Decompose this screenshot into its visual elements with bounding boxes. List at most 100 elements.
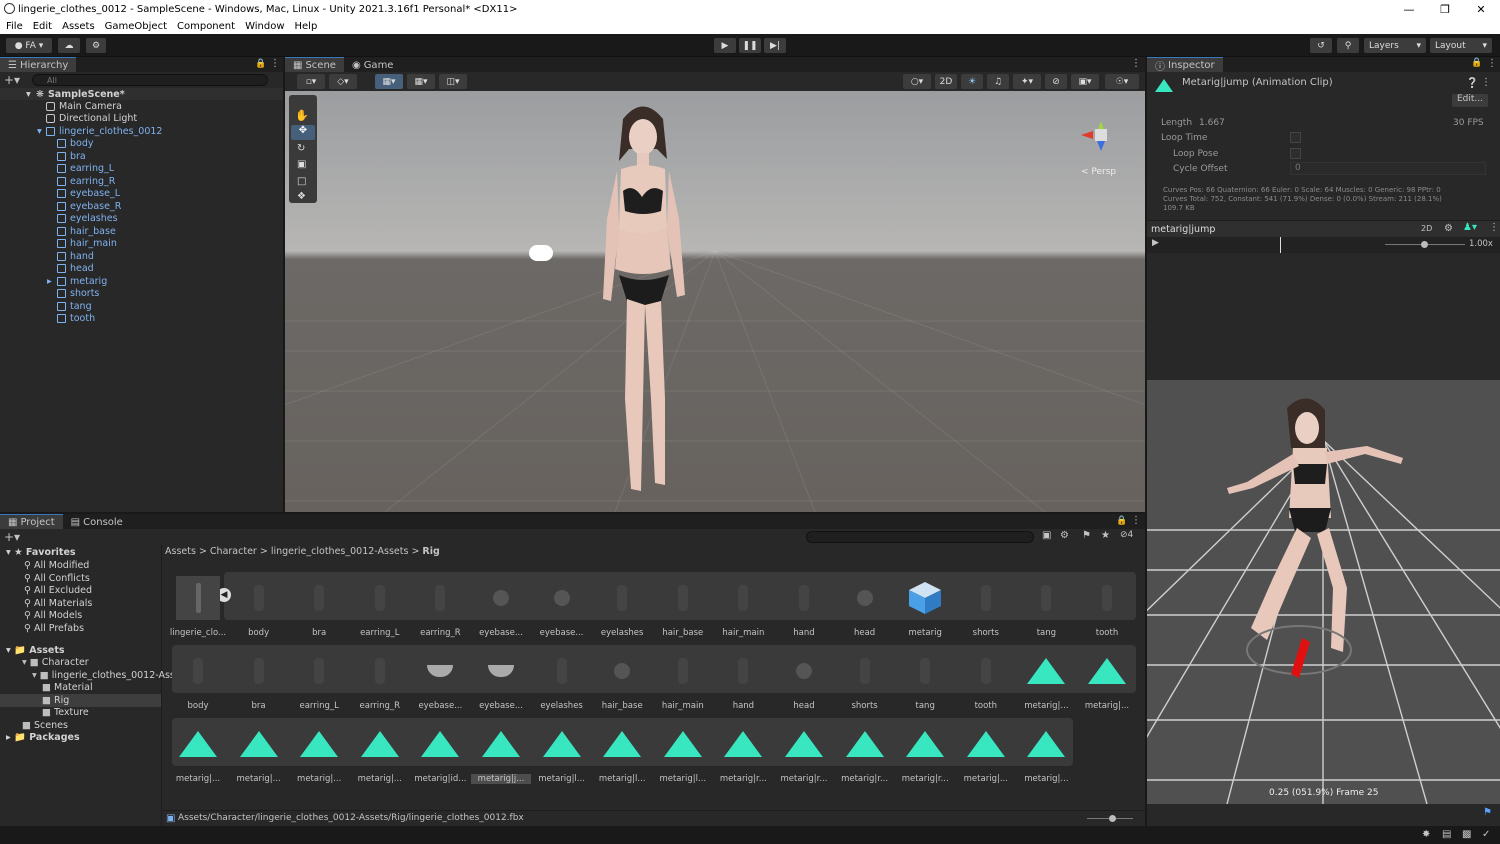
preview-play-button[interactable]: ▶ [1152,238,1159,248]
scale-tool-icon[interactable]: ▣ [297,159,306,170]
asset-item[interactable]: metarig|r... [774,722,834,794]
packages-header[interactable]: ▸ 📁 Packages [6,732,80,743]
effects-icon[interactable]: ✦▾ [1013,74,1041,89]
folder-item[interactable]: ■ Rig [42,695,69,706]
asset-item[interactable]: bra [289,576,349,648]
favorite-item[interactable]: ⚲ All Excluded [24,585,92,596]
cloud-icon[interactable]: ☁ [58,38,80,53]
settings-menu-icon[interactable]: ⋮ [1481,77,1491,88]
asset-item[interactable]: body [229,576,289,648]
asset-item[interactable]: head [835,576,895,648]
breadcrumb-rig[interactable]: Rig [422,546,439,557]
tab-scene[interactable]: ▦ Scene [285,57,344,72]
hierarchy-item[interactable]: eyelashes [57,213,118,225]
play-button[interactable]: ▶ [714,38,736,53]
mode-2d-button[interactable]: 2D [935,74,957,89]
hierarchy-item[interactable]: ▾ lingerie_clothes_0012 [37,125,162,137]
asset-item[interactable]: metarig|r... [713,722,773,794]
gizmos-icon[interactable]: ☉▾ [1105,74,1139,89]
hidden-packages-icon[interactable]: ⊘4 [1120,530,1133,540]
asset-item[interactable]: hand [774,576,834,648]
timeline-playhead[interactable] [1280,237,1281,253]
breadcrumb-assets-folder[interactable]: lingerie_clothes_0012-Assets [271,546,409,557]
expand-arrow-icon[interactable]: ▸ [47,276,52,287]
add-icon[interactable]: +▾ [4,73,20,87]
assets-header[interactable]: ▾ 📁 Assets [6,645,65,656]
hierarchy-item[interactable]: ▸ metarig [47,275,107,287]
inspector-lock-icon[interactable]: 🔒 [1471,58,1482,68]
hierarchy-item[interactable]: hair_main [57,238,117,250]
cycle-offset-field[interactable]: 0 [1290,162,1486,175]
asset-item[interactable]: tang [895,649,955,721]
light-gizmo-icon[interactable] [529,245,553,261]
icon-size-slider-handle[interactable] [1109,815,1116,822]
asset-item[interactable]: tooth [1077,576,1137,648]
favorite-item[interactable]: ⚲ All Conflicts [24,573,90,584]
asset-item[interactable]: metarig|... [1077,649,1137,721]
history-icon[interactable]: ↺ [1310,38,1332,53]
hierarchy-item[interactable]: head [57,263,94,275]
expand-arrow-icon[interactable]: ▾ [37,126,42,137]
asset-item[interactable]: eyebase... [471,649,531,721]
scene-camera-icon[interactable]: ○▾ [903,74,931,89]
hierarchy-item[interactable]: Main Camera [46,100,122,112]
hierarchy-item[interactable]: earring_R [57,175,115,187]
asset-item[interactable]: head [774,649,834,721]
lighting-icon[interactable]: ☀ [961,74,983,89]
asset-item[interactable]: metarig [895,576,955,648]
maximize-icon[interactable]: ❐ [1428,0,1462,18]
asset-item[interactable]: shorts [956,576,1016,648]
menu-file[interactable]: File [6,21,23,32]
asset-item[interactable]: metarig|r... [835,722,895,794]
favorite-item[interactable]: ⚲ All Models [24,610,82,621]
asset-item[interactable]: lingerie_clo... [168,576,228,648]
favorite-item[interactable]: ⚲ All Prefabs [24,623,84,634]
tab-project[interactable]: ▦ Project [0,514,63,529]
character-model[interactable] [585,99,705,509]
search-icon[interactable]: ⚲ [1337,38,1359,53]
favorite-search-icon[interactable]: ⚑ [1082,530,1091,541]
hierarchy-item[interactable]: hair_base [57,225,116,237]
asset-item[interactable]: bra [229,649,289,721]
folder-item[interactable]: ■ Scenes [22,720,68,731]
hand-tool-icon[interactable]: ✋ [295,109,309,122]
asset-item[interactable]: shorts [835,649,895,721]
progress-icon[interactable]: ▩ [1462,829,1471,840]
project-add-icon[interactable]: +▾ [4,530,20,544]
asset-item[interactable]: tooth [956,649,1016,721]
edit-button[interactable]: Edit... [1452,94,1488,107]
asset-item[interactable]: earring_L [289,649,349,721]
asset-item[interactable]: metarig|... [1016,722,1076,794]
asset-item[interactable]: metarig|... [289,722,349,794]
search-by-label-icon[interactable]: ⚙ [1060,530,1069,541]
loop-time-checkbox[interactable] [1290,132,1301,143]
asset-item[interactable]: eyebase... [532,576,592,648]
asset-item[interactable]: hair_base [653,576,713,648]
scene-viewport[interactable]: ✋ ✥ ↻ ▣ □ ❖ < Persp [285,91,1145,512]
grid-icon[interactable]: ▦▾ [407,74,435,89]
hidden-objects-icon[interactable]: ⊘ [1045,74,1067,89]
pause-button[interactable]: ❚❚ [739,38,761,53]
hierarchy-item[interactable]: eyebase_L [57,188,120,200]
menu-edit[interactable]: Edit [33,21,52,32]
project-search-input[interactable] [806,531,1034,543]
hierarchy-item[interactable]: hand [57,250,94,262]
favorite-item[interactable]: ⚲ All Materials [24,598,92,609]
animation-preview[interactable]: 0.25 (051.9%) Frame 25 [1147,380,1500,804]
pivot-icon[interactable]: ⚙ [1444,223,1453,234]
minimize-icon[interactable]: — [1392,0,1426,18]
draw-mode-icon[interactable]: ▫▾ [297,74,325,89]
rotate-tool-icon[interactable]: ↻ [297,143,305,154]
layers-dropdown[interactable]: Layers ▾ [1364,38,1426,53]
close-icon[interactable]: ✕ [1464,0,1498,18]
move-tool-icon[interactable]: ✥ [291,125,315,140]
asset-item[interactable]: metarig|r... [895,722,955,794]
folder-item[interactable]: ■ Material [42,682,93,693]
menu-help[interactable]: Help [295,21,318,32]
asset-item[interactable]: earring_L [350,576,410,648]
asset-item[interactable]: metarig|... [168,722,228,794]
avatar-icon[interactable]: ♟▾ [1463,222,1477,233]
status-check-icon[interactable]: ✓ [1482,829,1490,840]
asset-item[interactable]: hair_main [653,649,713,721]
hierarchy-item[interactable]: shorts [57,288,99,300]
